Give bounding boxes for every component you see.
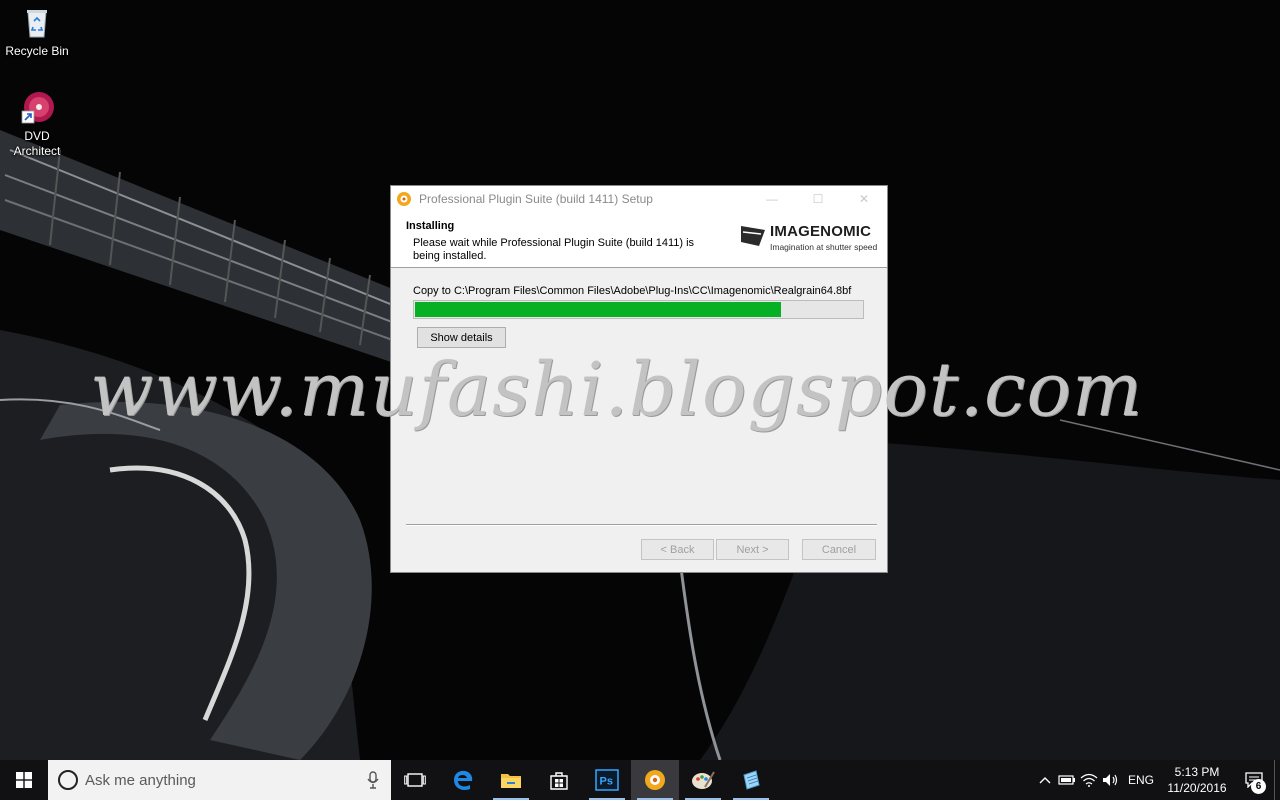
chevron-up-icon[interactable] [1034,760,1056,800]
photoshop-icon-label: Ps [600,776,613,788]
taskbar-app-setup[interactable] [631,760,679,800]
recycle-bin-icon [20,6,54,40]
clock[interactable]: 5:13 PM 11/20/2016 [1160,764,1234,796]
close-icon[interactable]: ✕ [841,186,887,212]
notepad-icon [743,770,760,790]
system-tray: ENG 5:13 PM 11/20/2016 6 [1034,760,1280,800]
taskbar-app-store[interactable] [535,760,583,800]
windows-logo-icon [16,772,32,788]
taskbar-app-file-explorer[interactable] [487,760,535,800]
imagenomic-logo-icon [741,226,765,246]
logo-tagline: Imagination at shutter speed [770,242,878,252]
install-status-text: Copy to C:\Program Files\Common Files\Ad… [413,285,852,297]
maximize-icon[interactable]: ☐ [795,186,841,212]
imagenomic-logo: IMAGENOMIC Imagination at shutter speed [739,222,879,254]
action-center-button[interactable]: 6 [1234,760,1274,800]
header-title: Installing [406,220,455,232]
header-subtitle: Please wait while Professional Plugin Su… [413,237,695,262]
paint-icon [692,771,715,789]
store-icon [550,772,568,790]
clock-date: 11/20/2016 [1167,781,1227,795]
file-explorer-icon [501,774,521,788]
install-progress-bar [413,300,864,319]
search-placeholder: Ask me anything [85,771,196,789]
photoshop-icon: Ps [595,769,619,791]
wifi-icon[interactable] [1078,760,1100,800]
dvd-architect-icon [20,91,54,125]
taskbar-app-photoshop[interactable]: Ps [583,760,631,800]
taskbar-app-edge[interactable] [439,760,487,800]
desktop-icon-dvd-architect[interactable]: DVD Architect [0,91,74,159]
setup-icon [645,770,665,790]
back-button[interactable]: < Back [641,539,714,560]
edge-icon [454,770,473,790]
input-language[interactable]: ENG [1122,773,1160,787]
minimize-icon[interactable]: — [749,186,795,212]
clock-time: 5:13 PM [1174,765,1220,779]
cancel-button[interactable]: Cancel [802,539,876,560]
taskbar: Ask me anything Ps ENG 5:13 PM 11/20/201… [0,760,1280,800]
volume-icon[interactable] [1100,760,1122,800]
desktop-icon-label: Recycle Bin [5,44,69,58]
watermark-text: www.mufashi.blogspot.com [90,347,1144,433]
battery-icon[interactable] [1056,760,1078,800]
dialog-separator [406,524,877,526]
start-button[interactable] [0,760,48,800]
logo-name: IMAGENOMIC [770,223,872,240]
dialog-header: Installing Please wait while Professiona… [391,212,887,268]
desktop-icon-label: DVD Architect [13,129,61,158]
microphone-icon[interactable] [367,771,379,789]
cortana-icon [58,770,78,790]
dialog-title: Professional Plugin Suite (build 1411) S… [419,192,653,206]
setup-app-icon [396,191,412,207]
task-view-icon [404,773,426,787]
progress-fill [415,302,782,317]
dialog-titlebar[interactable]: Professional Plugin Suite (build 1411) S… [391,186,887,212]
cortana-search-box[interactable]: Ask me anything [48,760,391,800]
desktop-icon-recycle-bin[interactable]: Recycle Bin [0,6,74,59]
task-view-button[interactable] [391,760,439,800]
next-button[interactable]: Next > [716,539,789,560]
notification-count-badge: 6 [1251,779,1266,794]
taskbar-app-paint[interactable] [679,760,727,800]
show-desktop-button[interactable] [1274,760,1280,800]
taskbar-app-notepad[interactable] [727,760,775,800]
